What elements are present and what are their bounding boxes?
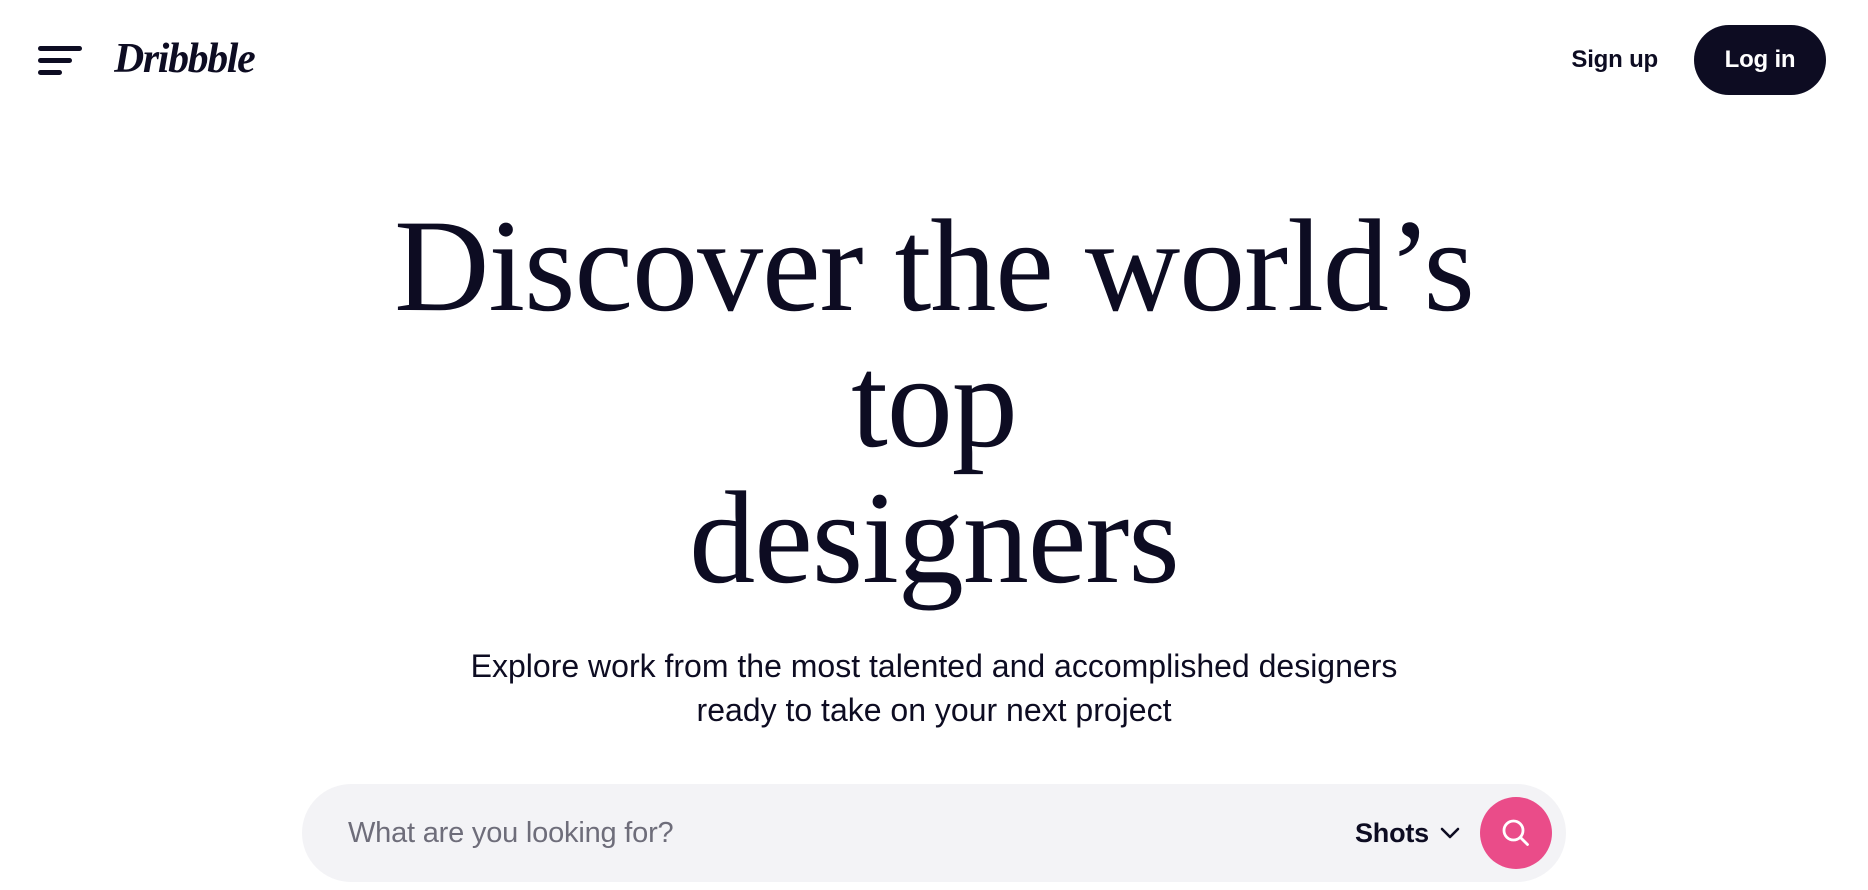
search-section: Shots — [302, 784, 1566, 883]
search-scope-label: Shots — [1354, 817, 1429, 848]
page-root: Dribbble Sign up Log in Discover the wor… — [0, 0, 1868, 890]
search-submit-button[interactable] — [1480, 797, 1552, 870]
hamburger-line-2 — [38, 57, 72, 63]
page-subtitle-line-2: ready to take on your next project — [696, 692, 1172, 729]
svg-text:Dribbble: Dribbble — [114, 36, 255, 82]
log-in-button[interactable]: Log in — [1694, 25, 1826, 95]
page-title-line-1: Discover the world’s top — [394, 192, 1475, 475]
hamburger-line-1 — [38, 45, 82, 51]
header-left-group: Dribbble — [38, 33, 317, 87]
hamburger-menu-icon[interactable] — [38, 43, 82, 77]
search-scope-dropdown[interactable]: Shots — [1341, 808, 1480, 859]
site-header: Dribbble Sign up Log in — [0, 0, 1868, 120]
chevron-down-icon — [1440, 827, 1460, 839]
page-subtitle-line-1: Explore work from the most talented and … — [470, 647, 1398, 684]
header-right-group: Sign up Log in — [1561, 25, 1826, 95]
page-title: Discover the world’s top designers — [339, 198, 1529, 606]
search-icon — [1502, 819, 1529, 847]
dribbble-logo[interactable]: Dribbble — [114, 33, 317, 87]
search-input[interactable] — [348, 784, 1341, 883]
sign-up-link[interactable]: Sign up — [1561, 38, 1668, 82]
hamburger-line-3 — [38, 69, 62, 75]
page-title-line-2: designers — [689, 463, 1180, 611]
search-bar: Shots — [302, 784, 1566, 883]
hero-section: Discover the world’s top designers Explo… — [0, 120, 1868, 890]
page-subtitle: Explore work from the most talented and … — [471, 644, 1398, 732]
